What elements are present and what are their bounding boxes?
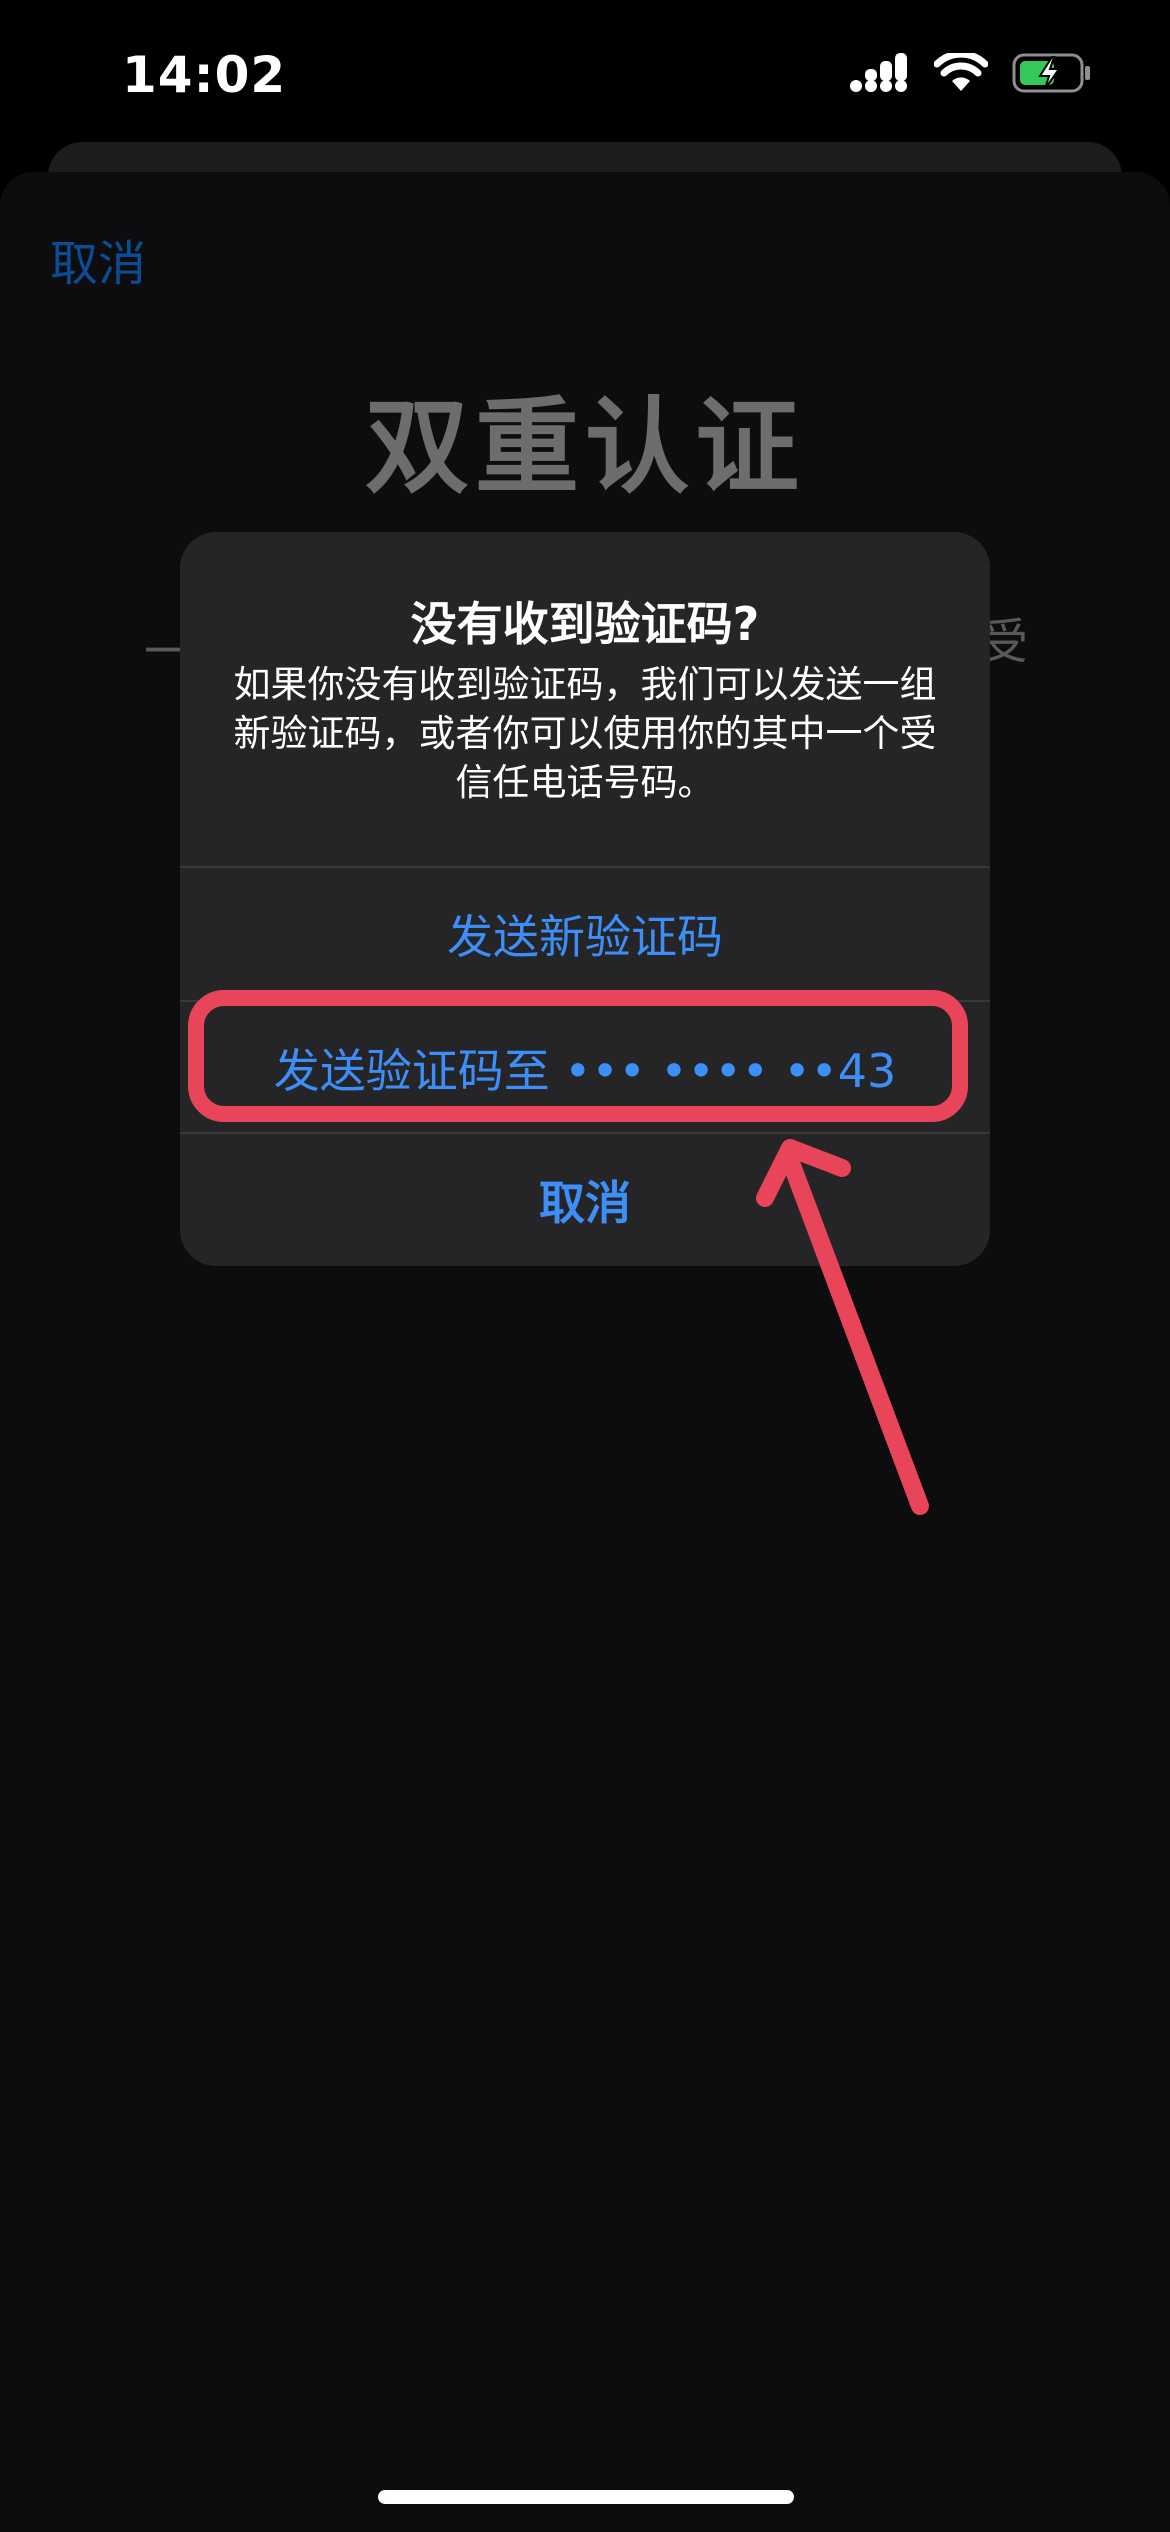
status-icons bbox=[848, 52, 1092, 94]
sheet-cancel-button[interactable]: 取消 bbox=[50, 224, 146, 294]
battery-charging-icon bbox=[1012, 53, 1090, 93]
cellular-signal-icon bbox=[850, 53, 907, 92]
wifi-icon bbox=[934, 53, 988, 91]
alert-message: 如果你没有收到验证码，我们可以发送一组新验证码，或者你可以使用你的其中一个受信任… bbox=[233, 663, 937, 804]
alert-title: 没有收到验证码? bbox=[410, 597, 760, 651]
send-new-code-button[interactable]: 发送新验证码 bbox=[180, 868, 990, 1000]
alert-cancel-button[interactable]: 取消 bbox=[180, 1134, 990, 1266]
status-time: 14:02 bbox=[122, 46, 287, 104]
alert-dialog: 没有收到验证码? 如果你没有收到验证码，我们可以发送一组新验证码，或者你可以使用… bbox=[180, 532, 990, 1266]
home-indicator[interactable] bbox=[378, 2490, 794, 2504]
sheet-title: 双重认证 bbox=[364, 386, 805, 508]
two-factor-sheet: 取消 双重认证 一 受 bbox=[0, 172, 1170, 2532]
status-bar: 14:02 bbox=[0, 0, 1170, 150]
screen: 14:02 取消 双重认证 一 受 没有收到验证码? 如果你没有收到验证码，我们… bbox=[0, 0, 1170, 2532]
highlight-annotation bbox=[188, 990, 968, 1122]
